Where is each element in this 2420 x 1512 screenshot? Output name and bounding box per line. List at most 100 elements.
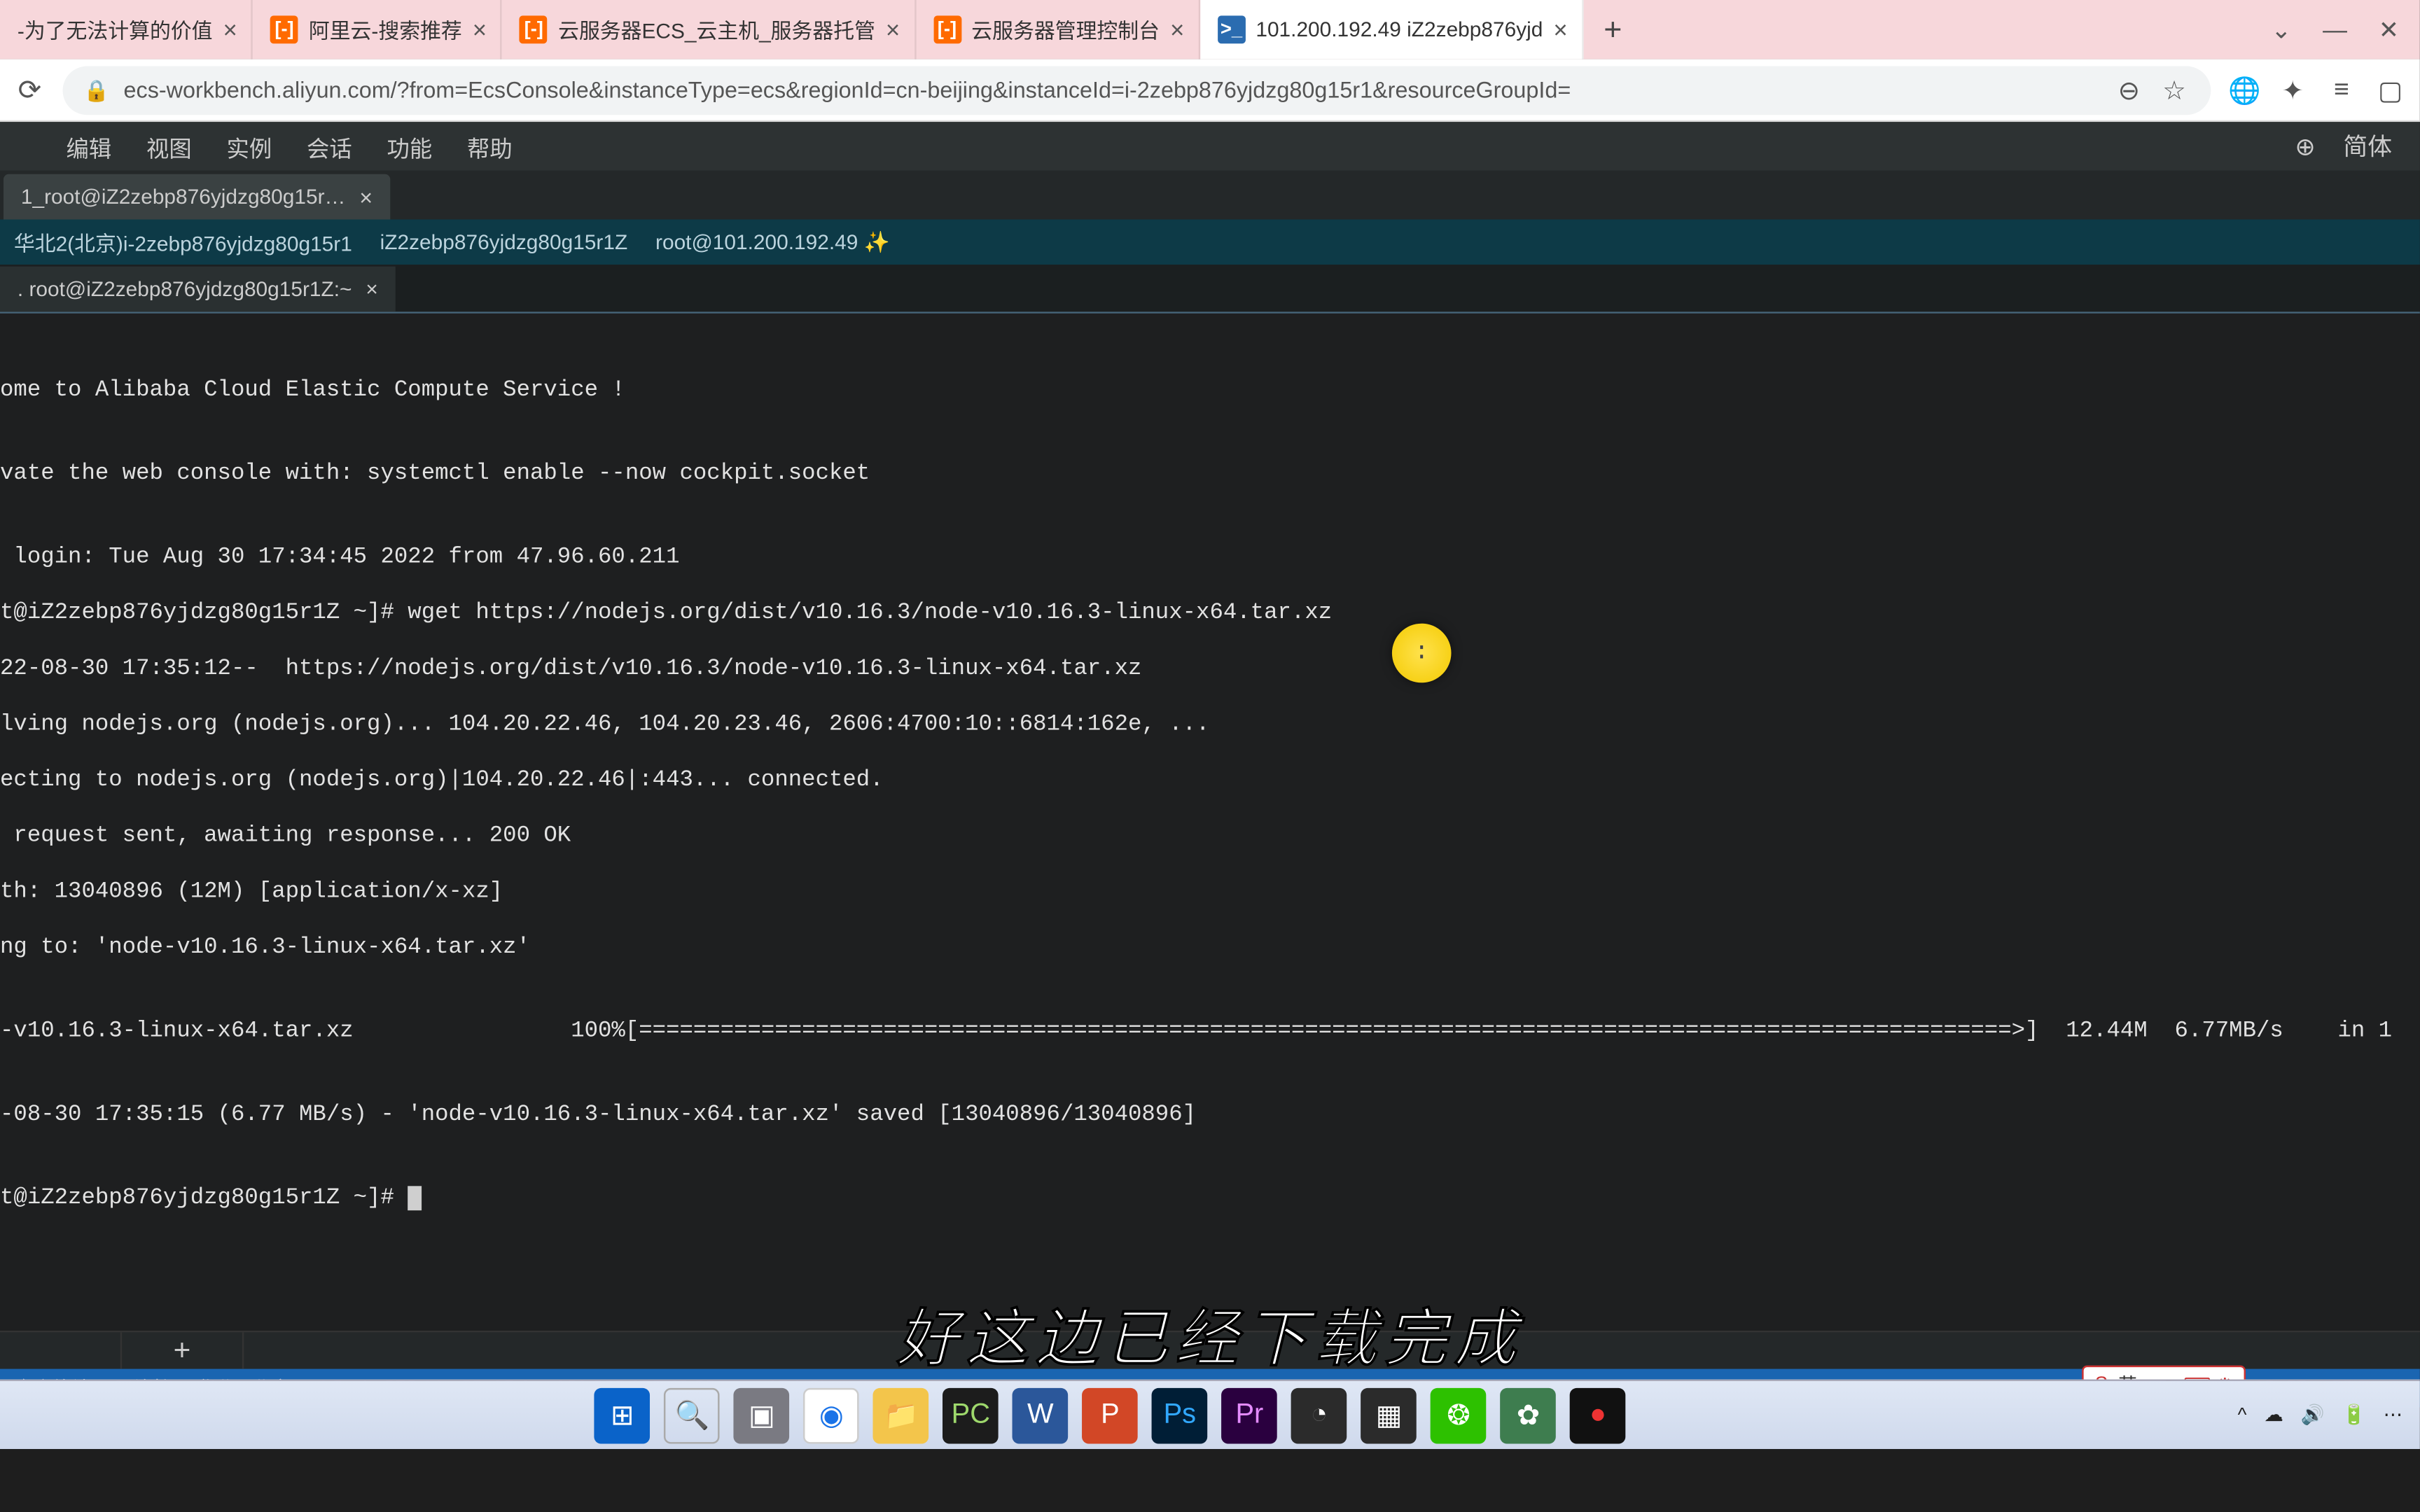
recorder-icon[interactable]: ● [1570, 1387, 1626, 1443]
terminal-line: lving nodejs.org (nodejs.org)... 104.20.… [0, 710, 2420, 738]
explorer-icon[interactable]: 📁 [873, 1387, 929, 1443]
word-icon[interactable]: W [1013, 1387, 1069, 1443]
favicon-icon: >_ [1218, 15, 1246, 43]
window-controls: ⌄ — ✕ [2250, 15, 2420, 44]
windows-taskbar: ⊞ 🔍 ▣ ◉ 📁 PC W P Ps Pr ◔ ▦ ❂ ✿ ● ^ ☁ 🔊 🔋… [0, 1379, 2420, 1449]
terminal-line: -08-30 17:35:15 (6.77 MB/s) - 'node-v10.… [0, 1100, 2420, 1128]
favicon-icon: [-] [520, 15, 548, 43]
close-icon[interactable]: × [886, 15, 900, 43]
extensions-icon[interactable]: ✦ [2277, 74, 2309, 106]
menu-item-session[interactable]: 会话 [289, 130, 369, 162]
new-tab-button[interactable]: + [1583, 0, 1643, 59]
close-icon[interactable]: × [223, 15, 237, 43]
tray-more-icon[interactable]: ⋯ [2384, 1404, 2402, 1426]
lock-icon: 🔒 [83, 78, 109, 102]
browser-tab-2[interactable]: [-] 云服务器ECS_云主机_服务器托管 × [502, 0, 915, 59]
menu-item-help[interactable]: 帮助 [450, 130, 529, 162]
terminal-line: vate the web console with: systemctl ena… [0, 460, 2420, 488]
close-icon[interactable]: × [1170, 15, 1184, 43]
browser-tab-4[interactable]: >_ 101.200.192.49 iZ2zebp876yjd × [1200, 0, 1583, 59]
conn-user-ip: root@101.200.192.49 [655, 230, 858, 254]
terminal-tab-0[interactable]: . root@iZ2zebp876yjdzg80g15r1Z:~ × [0, 267, 396, 312]
account-icon[interactable]: ▢ [2374, 74, 2406, 106]
tray-chevron-icon[interactable]: ^ [2238, 1405, 2247, 1426]
key-icon[interactable]: ⊖ [2113, 74, 2145, 106]
pycharm-icon[interactable]: PC [943, 1387, 999, 1443]
wechat-icon[interactable]: ❂ [1431, 1387, 1487, 1443]
menu-item-view[interactable]: 视图 [129, 130, 209, 162]
url-bar: ⟳ 🔒 ecs-workbench.aliyun.com/?from=EcsCo… [0, 59, 2420, 122]
terminal-line: -v10.16.3-linux-x64.tar.xz 100%[========… [0, 1017, 2420, 1045]
terminal[interactable]: ome to Alibaba Cloud Elastic Compute Ser… [0, 314, 2420, 1331]
language-toggle[interactable]: 简体 [2329, 129, 2405, 164]
minimize-icon[interactable]: — [2323, 15, 2347, 43]
connection-info-bar: 华北2(北京)i-2zebp876yjdzg80g15r1 iZ2zebp876… [0, 219, 2420, 265]
url-field[interactable]: 🔒 ecs-workbench.aliyun.com/?from=EcsCons… [63, 65, 2211, 114]
tray-battery-icon[interactable]: 🔋 [2342, 1404, 2366, 1426]
menu-item-function[interactable]: 功能 [370, 130, 450, 162]
tab-title: 云服务器管理控制台 [971, 15, 1160, 44]
close-icon[interactable]: × [473, 15, 487, 43]
close-icon[interactable]: × [366, 277, 377, 302]
terminal-line: ng to: 'node-v10.16.3-linux-x64.tar.xz' [0, 934, 2420, 962]
terminal-line: login: Tue Aug 30 17:34:45 2022 from 47.… [0, 543, 2420, 571]
workbench-menubar: 编辑 视图 实例 会话 功能 帮助 ⊕ 简体 [0, 122, 2420, 171]
favicon-icon: [-] [933, 15, 961, 43]
taskbar-center: ⊞ 🔍 ▣ ◉ 📁 PC W P Ps Pr ◔ ▦ ❂ ✿ ● [0, 1387, 2220, 1443]
menu-icon[interactable]: ≡ [2325, 75, 2357, 104]
tab-title: 云服务器ECS_云主机_服务器托管 [558, 15, 875, 44]
caret-down-icon[interactable]: ⌄ [2271, 15, 2291, 44]
powerpoint-icon[interactable]: P [1083, 1387, 1139, 1443]
tab-title: 101.200.192.49 iZ2zebp876yjd [1256, 18, 1543, 42]
terminal-prompt: t@iZ2zebp876yjdzg80g15r1Z ~]# [0, 1184, 2420, 1212]
browser-tab-0[interactable]: -为了无法计算的价值 × [0, 0, 253, 59]
star-icon[interactable]: ☆ [2159, 74, 2190, 106]
menu-item-edit[interactable]: 编辑 [49, 130, 129, 162]
app-icon-2[interactable]: ▦ [1361, 1387, 1417, 1443]
cursor [408, 1185, 422, 1210]
taskview-button[interactable]: ▣ [734, 1387, 790, 1443]
menu-item-instance[interactable]: 实例 [209, 130, 289, 162]
terminal-line: t@iZ2zebp876yjdzg80g15r1Z ~]# wget https… [0, 599, 2420, 627]
tabstrip: -为了无法计算的价值 × [-] 阿里云-搜索推荐 × [-] 云服务器ECS_… [0, 0, 2250, 59]
terminal-line: th: 13040896 (12M) [application/x-xz] [0, 878, 2420, 906]
bottom-tab-add[interactable]: + [122, 1332, 244, 1368]
video-subtitle: 好这边已经下载完成 [896, 1289, 1524, 1379]
chrome-icon[interactable]: ◉ [803, 1387, 859, 1443]
favicon-icon: [-] [270, 15, 298, 43]
session-tab-0[interactable]: 1_root@iZ2zebp876yjdzg80g15r… × [4, 174, 390, 220]
spark-icon: ✨ [864, 230, 890, 254]
browser-tabstrip: -为了无法计算的价值 × [-] 阿里云-搜索推荐 × [-] 云服务器ECS_… [0, 0, 2420, 59]
terminal-tabs: . root@iZ2zebp876yjdzg80g15r1Z:~ × [0, 265, 2420, 314]
add-session-icon[interactable]: ⊕ [2281, 132, 2329, 161]
search-button[interactable]: 🔍 [664, 1387, 720, 1443]
session-tab-label: 1_root@iZ2zebp876yjdzg80g15r… [21, 185, 346, 209]
terminal-tab-label: . root@iZ2zebp876yjdzg80g15r1Z:~ [18, 277, 352, 302]
globe-icon[interactable]: 🌐 [2228, 74, 2260, 106]
tray-cloud-icon[interactable]: ☁ [2264, 1404, 2283, 1426]
conn-hostname: iZ2zebp876yjdzg80g15r1Z [380, 230, 628, 254]
tray-volume-icon[interactable]: 🔊 [2301, 1404, 2325, 1426]
photoshop-icon[interactable]: Ps [1152, 1387, 1208, 1443]
app-icon-3[interactable]: ✿ [1501, 1387, 1557, 1443]
session-tabs: 1_root@iZ2zebp876yjdzg80g15r… × [0, 171, 2420, 220]
terminal-line: ecting to nodejs.org (nodejs.org)|104.20… [0, 766, 2420, 794]
reload-icon[interactable]: ⟳ [14, 72, 46, 107]
premiere-icon[interactable]: Pr [1222, 1387, 1278, 1443]
terminal-line: request sent, awaiting response... 200 O… [0, 822, 2420, 850]
terminal-line: ome to Alibaba Cloud Elastic Compute Ser… [0, 376, 2420, 404]
app-icon-1[interactable]: ◔ [1291, 1387, 1347, 1443]
url-text: ecs-workbench.aliyun.com/?from=EcsConsol… [124, 76, 2100, 102]
tab-title: -为了无法计算的价值 [18, 15, 213, 44]
close-icon[interactable]: × [1553, 15, 1567, 43]
conn-region-instance: 华北2(北京)i-2zebp876yjdzg80g15r1 [14, 227, 352, 257]
close-icon[interactable]: × [359, 183, 373, 209]
close-window-icon[interactable]: ✕ [2379, 15, 2399, 44]
browser-tab-3[interactable]: [-] 云服务器管理控制台 × [916, 0, 1200, 59]
browser-tab-1[interactable]: [-] 阿里云-搜索推荐 × [253, 0, 502, 59]
bottom-tab-terminal[interactable] [0, 1332, 122, 1368]
click-highlight-icon: : [1392, 624, 1452, 683]
system-tray: ^ ☁ 🔊 🔋 ⋯ [2220, 1404, 2420, 1426]
tab-title: 阿里云-搜索推荐 [309, 15, 462, 44]
start-button[interactable]: ⊞ [594, 1387, 651, 1443]
